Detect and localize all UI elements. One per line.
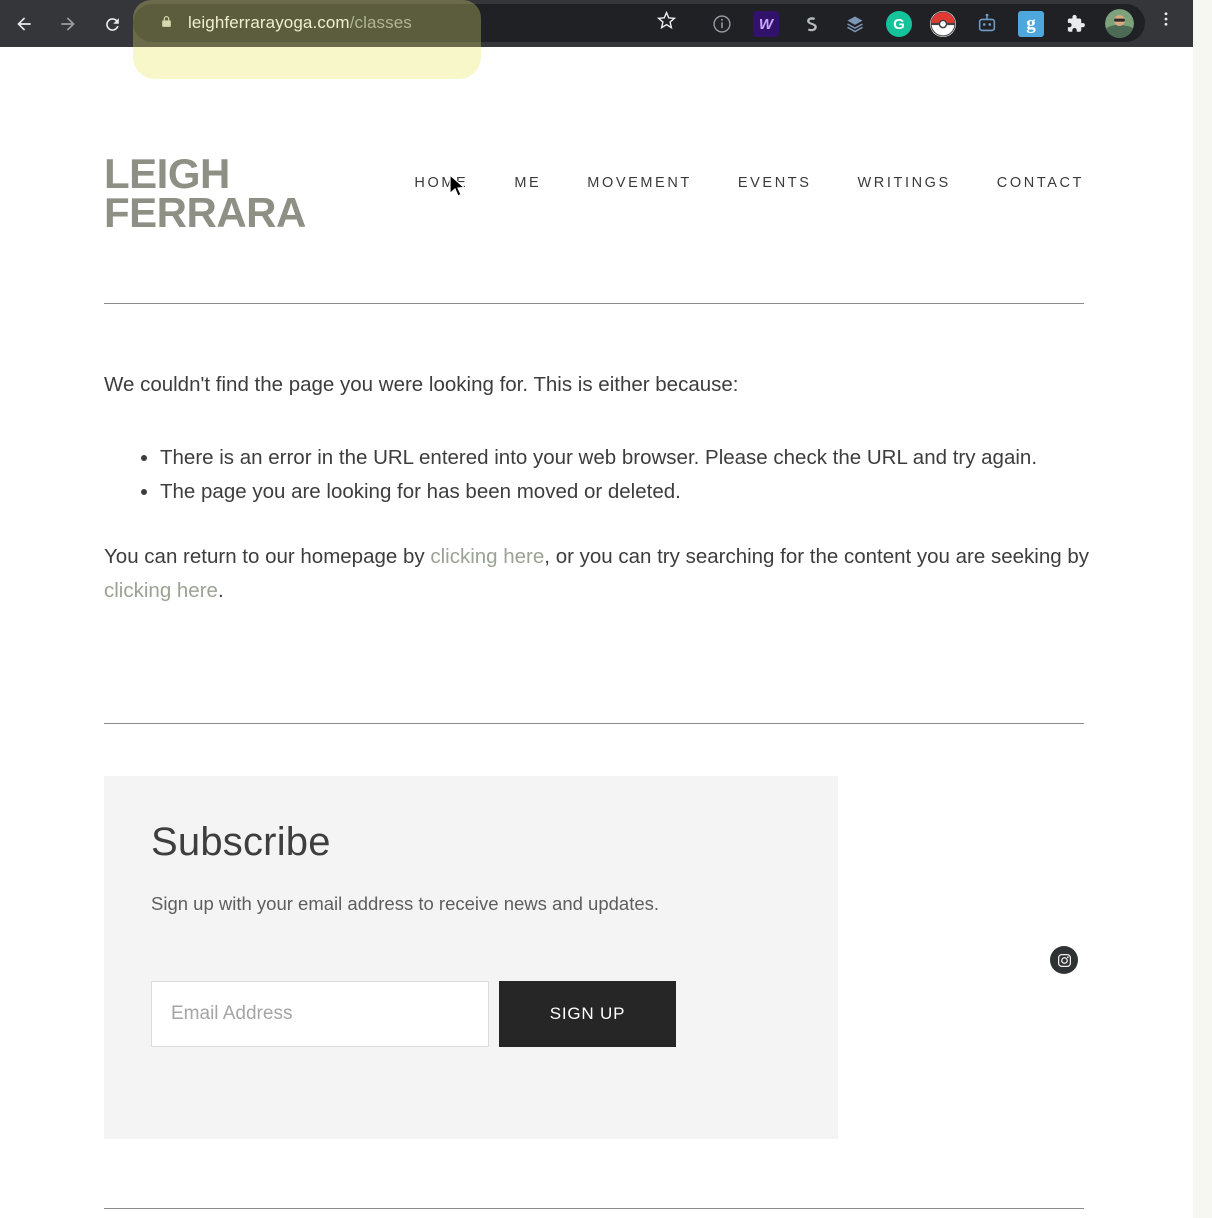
pokeball-glyph xyxy=(930,11,956,37)
star-icon xyxy=(656,10,676,30)
info-glyph xyxy=(713,15,731,33)
layers-extension-icon[interactable] xyxy=(842,11,868,37)
subscribe-heading: Subscribe xyxy=(151,820,331,864)
back-button[interactable] xyxy=(8,8,40,40)
error-outro-text: You can return to our homepage by clicki… xyxy=(104,540,1089,608)
search-link[interactable]: clicking here xyxy=(104,579,218,602)
nav-link-contact[interactable]: CONTACT xyxy=(997,175,1084,191)
puzzle-glyph xyxy=(1067,14,1085,32)
vertical-scrollbar[interactable] xyxy=(1193,0,1212,1218)
extensions-puzzle-icon[interactable] xyxy=(1062,11,1088,37)
nav-link-me[interactable]: ME xyxy=(514,175,541,191)
url-path: /classes xyxy=(349,13,412,32)
subscribe-description: Sign up with your email address to recei… xyxy=(151,893,660,914)
url-suggestion-panel[interactable] xyxy=(133,47,481,79)
outro-text-part-2: , or you can try searching for the conte… xyxy=(544,544,1089,568)
reload-button[interactable] xyxy=(96,8,128,40)
lock-glyph xyxy=(161,16,171,27)
outro-text-part-3: . xyxy=(217,578,224,602)
robot-extension-icon[interactable] xyxy=(974,11,1000,37)
avatar-photo xyxy=(1105,9,1134,38)
nav-link-writings[interactable]: WRITINGS xyxy=(858,175,951,191)
reload-icon xyxy=(105,17,119,31)
forward-arrow-icon xyxy=(61,17,75,31)
grammarly-extension-icon[interactable]: G xyxy=(886,11,912,37)
info-circle-icon[interactable] xyxy=(709,11,735,37)
instagram-social-button[interactable] xyxy=(1050,946,1078,974)
homepage-link[interactable]: clicking here xyxy=(430,545,544,568)
footer-divider-bottom xyxy=(104,1208,1084,1209)
footer-divider-top xyxy=(104,723,1084,724)
header-divider xyxy=(104,303,1084,304)
email-field[interactable] xyxy=(151,981,489,1047)
wallet-extension-icon[interactable]: W xyxy=(753,11,779,37)
url-domain: leighferrarayoga.com xyxy=(188,13,350,32)
main-navigation: HOME ME MOVEMENT EVENTS WRITINGS CONTACT xyxy=(414,175,1084,191)
nav-link-movement[interactable]: MOVEMENT xyxy=(587,175,692,191)
list-item: There is an error in the URL entered int… xyxy=(160,441,1089,475)
layers-glyph xyxy=(847,16,863,33)
instagram-icon xyxy=(1057,953,1071,967)
profile-avatar[interactable] xyxy=(1105,9,1134,38)
pokeball-extension-icon[interactable] xyxy=(930,11,956,37)
goodreads-extension-icon[interactable]: g xyxy=(1018,11,1044,37)
site-header: LEIGH FERRARA HOME ME MOVEMENT EVENTS WR… xyxy=(104,147,1084,247)
page-content: LEIGH FERRARA HOME ME MOVEMENT EVENTS WR… xyxy=(0,47,1193,1218)
nav-link-home[interactable]: HOME xyxy=(414,175,468,191)
subscribe-section: Subscribe Sign up with your email addres… xyxy=(104,776,838,1139)
grammar-s-extension-icon[interactable] xyxy=(798,11,824,37)
error-intro-text: We couldn't find the page you were looki… xyxy=(104,373,739,396)
site-logo[interactable]: LEIGH FERRARA xyxy=(104,152,306,233)
forward-button[interactable] xyxy=(52,8,84,40)
lock-icon xyxy=(158,14,174,32)
error-reason-list: There is an error in the URL entered int… xyxy=(104,441,1089,510)
robot-glyph xyxy=(978,13,996,32)
bookmark-star-button[interactable] xyxy=(652,10,680,38)
browser-toolbar: leighferrarayoga.com/classes W G g xyxy=(0,0,1193,47)
back-arrow-icon xyxy=(17,17,31,31)
error-message-block: We couldn't find the page you were looki… xyxy=(104,369,1089,608)
browser-menu-button[interactable] xyxy=(1155,8,1177,40)
signup-button[interactable]: SIGN UP xyxy=(499,981,676,1047)
three-dot-menu-icon xyxy=(1164,12,1168,26)
list-item: The page you are looking for has been mo… xyxy=(160,475,1089,509)
s-swirl-glyph xyxy=(807,17,817,32)
url-text: leighferrarayoga.com/classes xyxy=(188,4,412,42)
nav-link-events[interactable]: EVENTS xyxy=(738,175,812,191)
outro-text-part-1: You can return to our homepage by xyxy=(104,544,431,568)
